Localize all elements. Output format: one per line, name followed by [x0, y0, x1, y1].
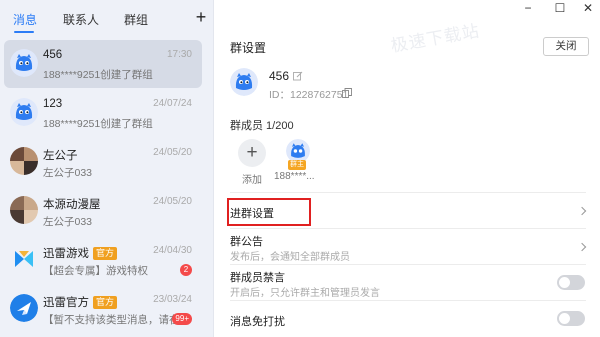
- conversation-item-xunlei-official[interactable]: 迅雷官方官方 【暂不支持该类型消息，请在手... 23/03/24 99+: [4, 285, 202, 333]
- add-member-label: 添加: [242, 175, 262, 186]
- conversation-name: 左公子: [43, 150, 78, 162]
- group-avatar: [230, 68, 258, 96]
- unread-count-badge: 99+: [172, 313, 192, 325]
- tab-messages[interactable]: 消息: [13, 11, 37, 28]
- mute-all-toggle[interactable]: [557, 275, 585, 290]
- join-settings-title: 进群设置: [230, 208, 274, 220]
- official-badge: 官方: [93, 296, 118, 309]
- minimize-icon[interactable]: −: [516, 0, 540, 18]
- conversation-name: 本源动漫屋: [43, 199, 101, 211]
- conversation-time: 24/05/20: [153, 147, 192, 158]
- official-badge: 官方: [93, 247, 118, 260]
- do-not-disturb-title: 消息免打扰: [230, 316, 285, 328]
- conversation-preview: 188****9251创建了群组: [43, 69, 153, 81]
- do-not-disturb-toggle[interactable]: [557, 311, 585, 326]
- conversation-item-anime-house[interactable]: 本源动漫屋 左公子033 24/05/20: [4, 187, 202, 235]
- conversation-time: 24/04/30: [153, 245, 192, 256]
- member-name-label: 188****...: [274, 171, 315, 182]
- conversation-name: 456: [43, 49, 63, 61]
- announcement-title: 群公告: [230, 236, 263, 248]
- conversation-time: 23/03/24: [153, 294, 192, 305]
- copy-icon[interactable]: [342, 87, 352, 101]
- tab-groups[interactable]: 群组: [124, 11, 148, 28]
- owner-badge: 群主: [288, 160, 306, 170]
- conversation-sidebar: 消息 联系人 群组 + 456 188****9251创建了群组 17:30 1…: [0, 0, 214, 337]
- conversation-item-zuogongzi[interactable]: 左公子 左公子033 24/05/20: [4, 138, 202, 186]
- conversation-name-text: 迅雷游戏: [43, 248, 89, 260]
- group-id: ID：1228762751: [269, 89, 349, 101]
- page-title: 群设置: [230, 41, 267, 55]
- toggle-knob: [559, 313, 570, 324]
- conversation-item-123[interactable]: 123 188****9251创建了群组 24/07/24: [4, 89, 202, 137]
- photo-mosaic-avatar: [10, 196, 38, 224]
- conversation-preview: 188****9251创建了群组: [43, 118, 153, 130]
- conversation-name: 迅雷官方 官方: [43, 294, 118, 310]
- toggle-knob: [559, 277, 570, 288]
- join-settings-row[interactable]: 进群设置: [214, 193, 600, 228]
- conversation-name-text: 迅雷官方: [43, 297, 89, 309]
- tab-contacts[interactable]: 联系人: [63, 11, 99, 28]
- close-button[interactable]: 关闭: [543, 37, 589, 56]
- unread-count-badge: 2: [180, 264, 192, 276]
- mute-all-subtitle: 开启后，只允许群主和管理员发言: [230, 288, 380, 299]
- conversation-time: 24/07/24: [153, 98, 192, 109]
- conversation-name: 迅雷游戏 官方: [43, 245, 118, 261]
- conversation-item-xunlei-games[interactable]: 迅雷游戏 官方 【超会专属】游戏特权 24/04/30 2: [4, 236, 202, 284]
- group-settings-panel: − ☐ ✕ 极速下载站 群设置 关闭 456 ID：1228762751 群成员…: [214, 0, 600, 337]
- add-button[interactable]: +: [192, 6, 210, 28]
- announcement-subtitle: 发布后，会通知全部群成员: [230, 252, 350, 263]
- chevron-right-icon: [577, 206, 587, 216]
- active-tab-indicator: [14, 31, 34, 33]
- mute-all-row: 群成员禁言 开启后，只允许群主和管理员发言: [214, 265, 600, 300]
- conversation-preview: 【超会专属】游戏特权: [43, 265, 148, 277]
- bird-logo-icon: [10, 294, 38, 322]
- photo-mosaic-avatar: [10, 147, 38, 175]
- edit-icon[interactable]: [293, 70, 303, 84]
- do-not-disturb-row: 消息免打扰: [214, 301, 600, 337]
- conversation-name: 123: [43, 98, 63, 110]
- mascot-avatar-icon: [10, 98, 38, 126]
- mute-all-title: 群成员禁言: [230, 272, 285, 284]
- conversation-preview: 左公子033: [43, 216, 93, 228]
- mascot-avatar-icon: [10, 49, 38, 77]
- sidebar-tabs: 消息 联系人 群组 +: [0, 0, 214, 36]
- add-member-button[interactable]: +: [238, 139, 266, 167]
- maximize-icon[interactable]: ☐: [548, 0, 572, 18]
- watermark: 极速下载站: [389, 21, 482, 56]
- conversation-preview: 左公子033: [43, 167, 93, 179]
- window-close-icon[interactable]: ✕: [576, 0, 600, 18]
- announcement-row[interactable]: 群公告 发布后，会通知全部群成员: [214, 229, 600, 264]
- conversation-preview: 【暂不支持该类型消息，请在手...: [43, 314, 183, 326]
- conversation-time: 17:30: [166, 49, 192, 60]
- conversation-item-456[interactable]: 456 188****9251创建了群组 17:30: [4, 40, 202, 88]
- conversation-time: 24/05/20: [153, 196, 192, 207]
- chevron-right-icon: [577, 242, 587, 252]
- members-title: 群成员 1/200: [230, 120, 294, 132]
- group-name: 456: [269, 69, 290, 83]
- xunlei-logo-icon: [10, 245, 38, 273]
